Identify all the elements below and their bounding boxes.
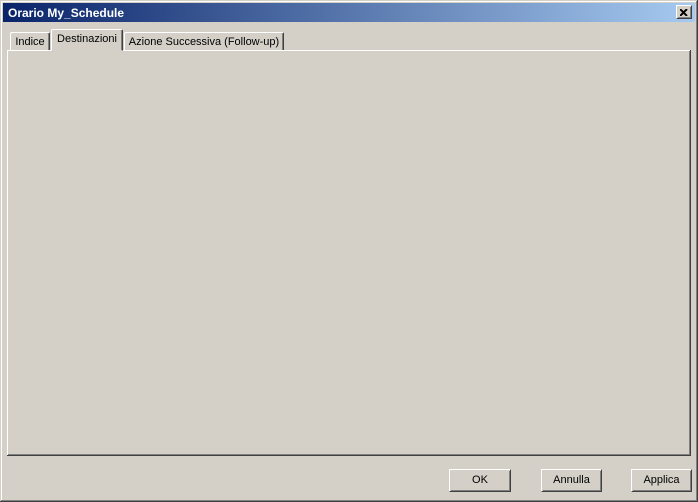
close-button[interactable] (676, 5, 692, 19)
title-bar[interactable]: Orario My_Schedule (3, 3, 695, 22)
ok-button[interactable]: OK (449, 469, 511, 492)
applica-button[interactable]: Applica (631, 469, 692, 492)
annulla-button[interactable]: Annulla (541, 469, 602, 492)
tab-page-destinazioni (7, 50, 691, 456)
window-title: Orario My_Schedule (8, 6, 124, 20)
tab-indice[interactable]: Indice (10, 32, 50, 51)
dialog-window: Orario My_Schedule Indice Destinazioni A… (0, 0, 698, 502)
close-icon (680, 9, 688, 16)
tab-destinazioni[interactable]: Destinazioni (51, 29, 123, 51)
tab-azione-successiva[interactable]: Azione Successiva (Follow-up) (124, 32, 284, 51)
